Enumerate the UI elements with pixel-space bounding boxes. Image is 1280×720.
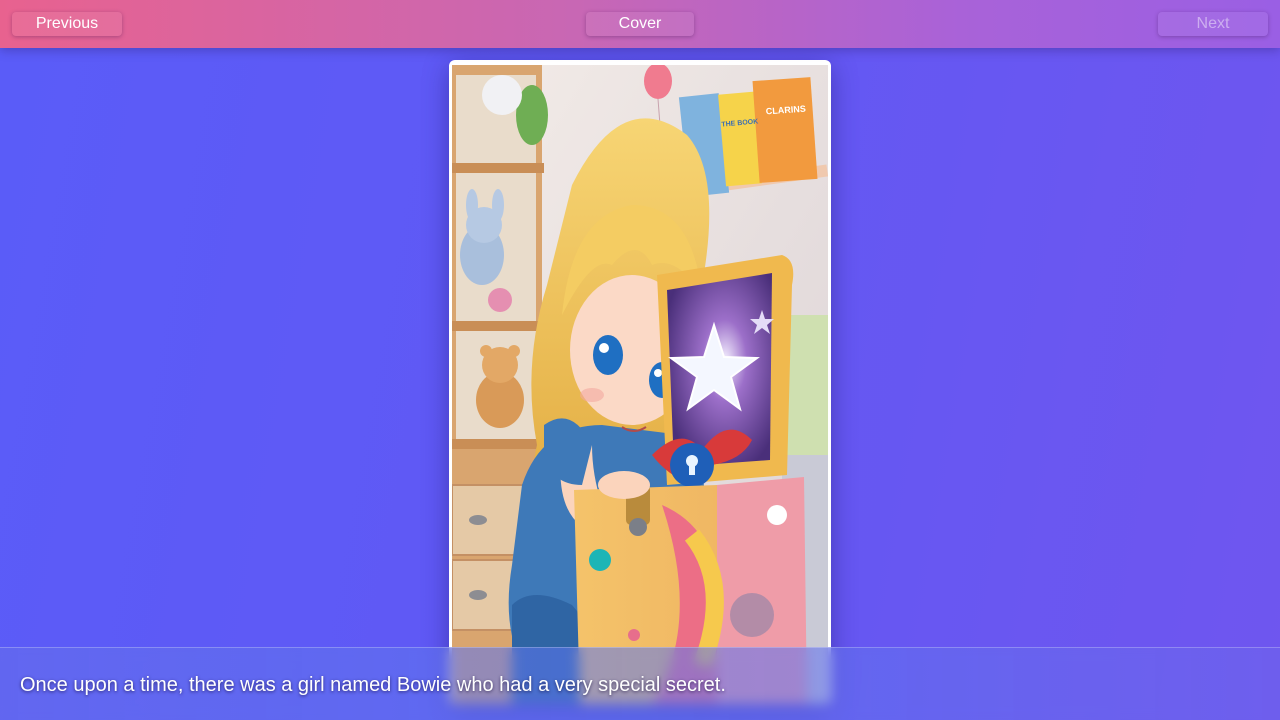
top-navigation-bar: Previous Cover Next	[0, 0, 1280, 48]
story-caption-text: Once upon a time, there was a girl named…	[20, 674, 726, 696]
next-button[interactable]: Next	[1158, 12, 1268, 36]
story-page-card: CLARINS THE BOOK	[449, 60, 831, 704]
story-caption-bar: Once upon a time, there was a girl named…	[0, 647, 1280, 720]
previous-button[interactable]: Previous	[12, 12, 122, 36]
cover-button[interactable]: Cover	[586, 12, 694, 36]
story-illustration: CLARINS THE BOOK	[452, 65, 828, 704]
